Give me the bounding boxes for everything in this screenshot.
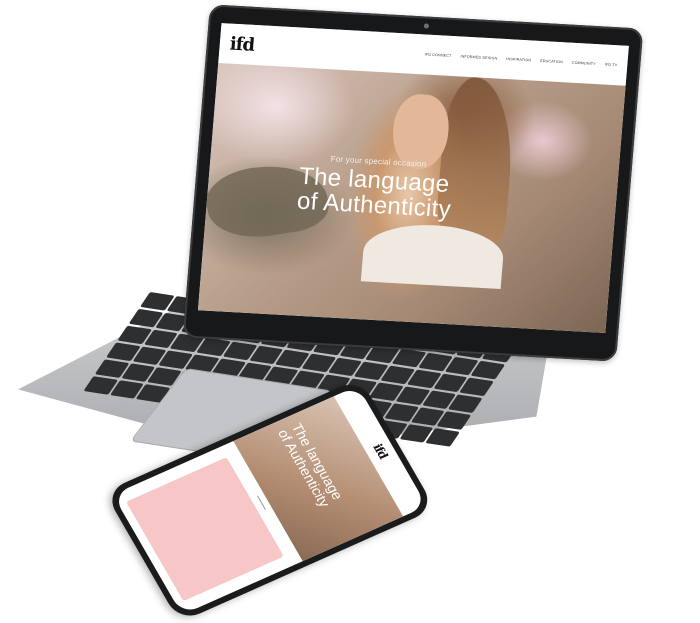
hero-image: For your special occasion The language o… xyxy=(197,62,626,333)
device-mockup: ifd ifd connect informed design inspirat… xyxy=(0,0,700,623)
laptop-camera xyxy=(423,23,430,29)
nav-item-community[interactable]: community xyxy=(572,61,596,66)
site-nav: ifd connect informed design inspiration … xyxy=(425,52,618,67)
hero-title: The language of Authenticity xyxy=(296,163,454,223)
hero-text: For your special occasion The language o… xyxy=(296,153,455,223)
phone-hero-title: The language of Authenticity xyxy=(275,421,346,510)
nav-item-connect[interactable]: ifd connect xyxy=(425,52,452,57)
laptop-lid: ifd ifd connect informed design inspirat… xyxy=(182,4,644,362)
nav-item-education[interactable]: education xyxy=(540,59,563,64)
site-logo[interactable]: ifd xyxy=(229,33,255,55)
phone-divider xyxy=(257,495,267,511)
nav-item-ifd-tv[interactable]: ifd tv xyxy=(605,63,618,68)
laptop-screen: ifd ifd connect informed design inspirat… xyxy=(197,23,629,333)
phone-logo[interactable]: ifd xyxy=(370,442,390,461)
nav-item-informed-design[interactable]: informed design xyxy=(460,54,497,60)
nav-item-inspiration[interactable]: inspiration xyxy=(506,57,531,62)
